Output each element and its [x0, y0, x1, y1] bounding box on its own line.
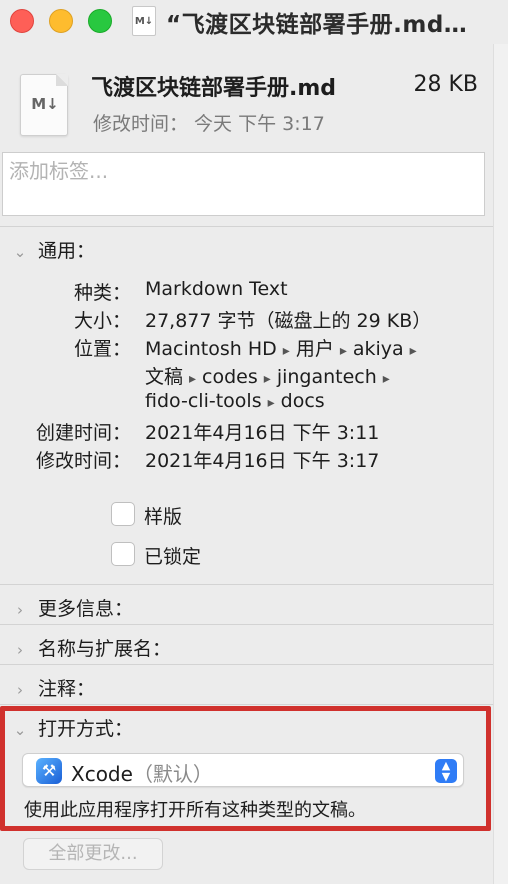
divider [0, 704, 493, 705]
modified-label: 修改时间： [35, 450, 131, 472]
kind-value: Markdown Text [145, 278, 288, 300]
where-label: 位置： [73, 338, 131, 360]
size-value: 27,877 字节（磁盘上的 29 KB） [145, 310, 432, 332]
markdown-file-icon: M↓ [132, 6, 156, 36]
section-comments[interactable]: › 注释： [10, 674, 95, 701]
xcode-app-icon: ⚒ [36, 758, 62, 784]
path-arrow-icon: ▸ [189, 371, 197, 387]
open-with-selected: Xcode（默认） [71, 758, 213, 787]
path-arrow-icon: ▸ [267, 395, 275, 411]
chevron-right-icon[interactable]: › [10, 681, 30, 699]
chevron-right-icon[interactable]: › [10, 641, 30, 659]
section-title: 注释： [38, 678, 96, 700]
path-arrow-icon: ▸ [263, 371, 271, 387]
path-segment[interactable]: 文稿 [145, 366, 183, 388]
path-arrow-icon: ▸ [382, 371, 390, 387]
app-name: Xcode [71, 762, 133, 786]
path-arrow-icon: ▸ [339, 343, 347, 359]
path-segment[interactable]: jingantech [277, 366, 377, 388]
markdown-document-icon: M↓ [20, 74, 68, 136]
chevron-right-icon[interactable]: › [10, 601, 30, 619]
divider [0, 664, 493, 665]
change-all-button[interactable]: 全部更改... [23, 838, 163, 870]
markdown-badge: M↓ [31, 95, 59, 113]
section-open-with[interactable]: ⌄ 打开方式： [10, 714, 133, 741]
open-with-popup[interactable]: ⚒ Xcode（默认） ▲ ▼ [22, 753, 464, 787]
close-button[interactable] [10, 9, 34, 33]
modified-summary: 修改时间： 今天 下午 3:17 [93, 113, 325, 135]
minimize-button[interactable] [49, 9, 73, 33]
locked-checkbox[interactable] [111, 542, 135, 566]
open-with-hint: 使用此应用程序打开所有这种类型的文稿。 [24, 800, 366, 821]
locked-label: 已锁定 [144, 546, 202, 568]
path-arrow-icon: ▸ [282, 343, 290, 359]
path-segment[interactable]: Macintosh HD [145, 338, 277, 360]
path-arrow-icon: ▸ [409, 343, 417, 359]
stationery-checkbox[interactable] [111, 502, 135, 526]
path-segment[interactable]: fido-cli-tools [145, 390, 262, 412]
stationery-label: 样版 [144, 506, 183, 528]
section-title: 更多信息： [38, 598, 134, 620]
tags-input[interactable] [3, 153, 484, 189]
section-general[interactable]: ⌄ 通用： [10, 236, 95, 263]
kind-label: 种类： [73, 282, 131, 304]
section-title: 打开方式： [38, 718, 134, 740]
path-line-3: fido-cli-tools ▸ docs [145, 390, 325, 412]
title-bar: M↓ “飞渡区块链部署手册.md… [0, 0, 508, 44]
created-value: 2021年4月16日 下午 3:11 [145, 422, 380, 444]
file-size: 28 KB [413, 72, 478, 97]
created-label: 创建时间： [35, 422, 131, 444]
chevron-down-icon[interactable]: ⌄ [10, 243, 30, 261]
path-segment[interactable]: akiya [353, 338, 404, 360]
chevron-down-icon[interactable]: ⌄ [10, 721, 30, 739]
zoom-button[interactable] [88, 9, 112, 33]
path-line-2: 文稿 ▸ codes ▸ jingantech ▸ [145, 362, 396, 389]
file-header: M↓ 飞渡区块链部署手册.md 28 KB 修改时间： 今天 下午 3:17 [0, 44, 508, 144]
section-more-info[interactable]: › 更多信息： [10, 594, 133, 621]
popup-stepper-icon[interactable]: ▲ ▼ [435, 759, 457, 783]
divider [0, 584, 493, 585]
section-title: 通用： [38, 240, 96, 262]
divider [0, 226, 493, 227]
modified-value: 2021年4月16日 下午 3:17 [145, 450, 380, 472]
scrollbar-track[interactable] [493, 44, 508, 884]
path-segment[interactable]: 用户 [296, 338, 334, 360]
size-label: 大小： [73, 310, 131, 332]
section-title: 名称与扩展名： [38, 638, 172, 660]
path-segment[interactable]: codes [202, 366, 258, 388]
section-name-extension[interactable]: › 名称与扩展名： [10, 634, 171, 661]
window-title: “飞渡区块链部署手册.md… [166, 12, 468, 38]
file-name: 飞渡区块链部署手册.md [91, 76, 337, 101]
divider [0, 624, 493, 625]
path-line-1: Macintosh HD ▸ 用户 ▸ akiya ▸ [145, 334, 423, 361]
tags-field[interactable] [2, 152, 485, 216]
app-default-tag: （默认） [132, 762, 213, 786]
path-segment[interactable]: docs [281, 390, 325, 412]
